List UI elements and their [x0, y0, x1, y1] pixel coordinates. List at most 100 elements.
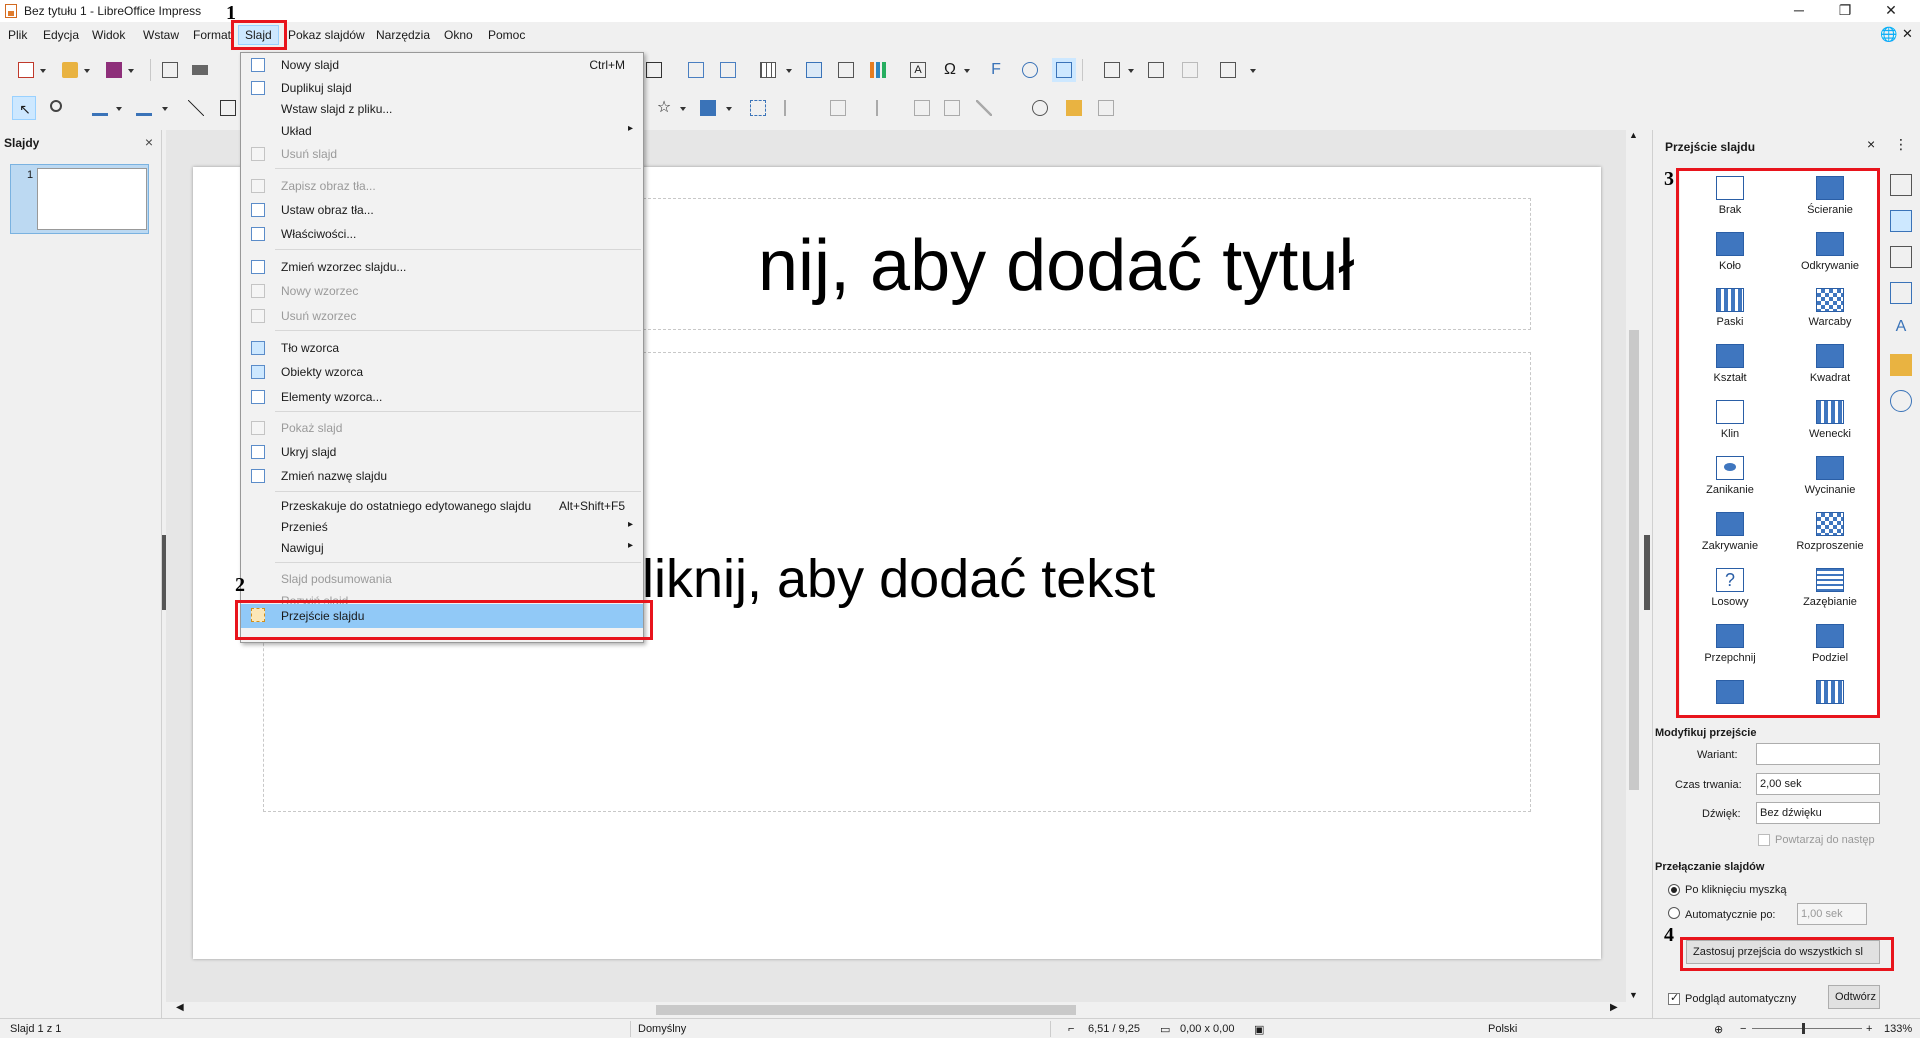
menuitem-master-elements[interactable]: Elementy wzorca...: [241, 386, 643, 408]
chevron-down-icon[interactable]: [964, 69, 970, 73]
vertical-scrollbar[interactable]: ▲ ▼: [1626, 130, 1642, 1018]
chevron-down-icon[interactable]: [680, 107, 686, 111]
fill-color-icon[interactable]: [132, 96, 156, 120]
master-slide-name[interactable]: Domyślny: [638, 1023, 686, 1035]
slide-transition-deck-icon[interactable]: [1890, 210, 1912, 232]
menu-help[interactable]: Pomoc: [488, 28, 525, 42]
menuitem-hide-slide[interactable]: Ukryj slajd: [241, 441, 643, 463]
menuitem-change-master[interactable]: Zmień wzorzec slajdu...: [241, 256, 643, 278]
scroll-up-icon[interactable]: ▲: [1629, 130, 1638, 140]
shadow-icon[interactable]: [910, 96, 934, 120]
table-icon[interactable]: [756, 58, 780, 82]
duplicate-slide-icon[interactable]: [1144, 58, 1168, 82]
menu-format[interactable]: Format: [193, 28, 235, 42]
show-draw-functions-icon[interactable]: [1052, 58, 1076, 82]
horizontal-scrollbar-thumb[interactable]: [656, 1005, 1076, 1015]
save-icon[interactable]: [102, 58, 126, 82]
language[interactable]: Polski: [1488, 1023, 1517, 1035]
zoom-icon[interactable]: [46, 96, 70, 120]
minimize-button[interactable]: ─: [1776, 0, 1822, 22]
special-character-icon[interactable]: Ω: [938, 58, 962, 82]
menu-file[interactable]: Plik: [8, 28, 27, 42]
chevron-down-icon[interactable]: [162, 107, 168, 111]
transformations-icon[interactable]: [746, 96, 770, 120]
menuitem-layout[interactable]: Układ ▸: [241, 120, 643, 142]
menuitem-master-background[interactable]: Tło wzorca: [241, 337, 643, 359]
text-box-icon[interactable]: A: [906, 58, 930, 82]
menuitem-properties[interactable]: Właściwości...: [241, 223, 643, 245]
glue-points-icon[interactable]: [1062, 96, 1086, 120]
slide-thumbnail-1[interactable]: 1: [10, 164, 149, 234]
sidebar-menu-icon[interactable]: ⋮: [1890, 136, 1912, 158]
duration-field[interactable]: 2,00 sek: [1756, 773, 1880, 795]
gallery-icon[interactable]: [1890, 354, 1912, 376]
repeat-sound-checkbox[interactable]: [1758, 834, 1770, 846]
menuitem-master-objects[interactable]: Obiekty wzorca: [241, 361, 643, 383]
crop-icon[interactable]: [940, 96, 964, 120]
menuitem-move[interactable]: Przenieś ▸: [241, 516, 643, 538]
play-button[interactable]: Odtwórz: [1828, 985, 1880, 1009]
align-icon[interactable]: [780, 96, 804, 120]
stars-icon[interactable]: ☆: [652, 96, 676, 120]
slide-layout-menu-icon[interactable]: [1216, 58, 1240, 82]
restore-button[interactable]: ❐: [1822, 0, 1868, 22]
new-slide-icon[interactable]: [1100, 58, 1124, 82]
line-tool-icon[interactable]: [184, 96, 208, 120]
3d-objects-icon[interactable]: [696, 96, 720, 120]
close-sidebar-icon[interactable]: ×: [1867, 136, 1875, 152]
close-slides-pane-icon[interactable]: ×: [145, 134, 153, 150]
chevron-down-icon[interactable]: [128, 69, 134, 73]
chevron-down-icon[interactable]: [84, 69, 90, 73]
menu-edit[interactable]: Edycja: [43, 28, 79, 42]
menu-window[interactable]: Okno: [444, 28, 473, 42]
menuitem-navigate[interactable]: Nawiguj ▸: [241, 537, 643, 559]
toggle-extrusion-icon[interactable]: [1094, 96, 1118, 120]
display-views-icon[interactable]: [642, 58, 666, 82]
menuitem-set-background[interactable]: Ustaw obraz tła...: [241, 199, 643, 221]
select-arrow-icon[interactable]: ↖: [12, 96, 36, 120]
arrange-icon[interactable]: [826, 96, 850, 120]
scroll-right-icon[interactable]: ▶: [1610, 1002, 1618, 1013]
vertical-scrollbar-thumb[interactable]: [1629, 330, 1639, 790]
properties-icon[interactable]: [1890, 174, 1912, 196]
chevron-down-icon[interactable]: [726, 107, 732, 111]
chevron-down-icon[interactable]: [786, 69, 792, 73]
scroll-down-icon[interactable]: ▼: [1629, 990, 1638, 1000]
navigator-icon[interactable]: [1890, 390, 1912, 412]
delete-slide-icon[interactable]: [1178, 58, 1202, 82]
on-mouse-click-radio[interactable]: [1668, 884, 1680, 896]
menuitem-jump-last-edited[interactable]: Przeskakuje do ostatniego edytowanego sl…: [241, 495, 643, 517]
menu-slideshow[interactable]: Pokaz slajdów: [288, 28, 365, 42]
collapse-sidebar-handle[interactable]: [1644, 535, 1650, 610]
chevron-down-icon[interactable]: [116, 107, 122, 111]
line-color-icon[interactable]: [88, 96, 112, 120]
menuitem-insert-slide-from-file[interactable]: Wstaw slajd z pliku...: [241, 98, 643, 120]
horizontal-scrollbar[interactable]: ◀ ▶: [166, 1002, 1626, 1018]
fit-slide-icon[interactable]: ⊕: [1714, 1023, 1723, 1036]
globe-icon[interactable]: 🌐: [1880, 26, 1897, 43]
fontwork-icon[interactable]: F: [984, 58, 1008, 82]
filter-icon[interactable]: [972, 96, 996, 120]
zoom-in-icon[interactable]: +: [1866, 1023, 1872, 1035]
menu-tools[interactable]: Narzędzia: [376, 28, 430, 42]
media-icon[interactable]: [834, 58, 858, 82]
menu-view[interactable]: Widok: [92, 28, 125, 42]
master-slides-icon[interactable]: [1890, 282, 1912, 304]
slide-layout-icon[interactable]: [716, 58, 740, 82]
auto-advance-field[interactable]: 1,00 sek: [1797, 903, 1867, 925]
menuitem-duplicate-slide[interactable]: Duplikuj slajd: [241, 77, 643, 99]
auto-preview-checkbox[interactable]: [1668, 991, 1680, 1005]
points-icon[interactable]: [1028, 96, 1052, 120]
styles-icon[interactable]: A: [1890, 318, 1912, 340]
rectangle-tool-icon[interactable]: [216, 96, 240, 120]
master-slide-icon[interactable]: [684, 58, 708, 82]
new-document-icon[interactable]: [14, 58, 38, 82]
hyperlink-icon[interactable]: [1018, 58, 1042, 82]
sound-select[interactable]: Bez dźwięku: [1756, 802, 1880, 824]
zoom-slider[interactable]: [1752, 1028, 1862, 1029]
export-pdf-icon[interactable]: [158, 58, 182, 82]
close-document-icon[interactable]: ✕: [1902, 26, 1913, 42]
menuitem-rename-slide[interactable]: Zmień nazwę slajdu: [241, 465, 643, 487]
zoom-slider-thumb[interactable]: [1802, 1023, 1805, 1034]
close-window-button[interactable]: ✕: [1868, 0, 1914, 22]
